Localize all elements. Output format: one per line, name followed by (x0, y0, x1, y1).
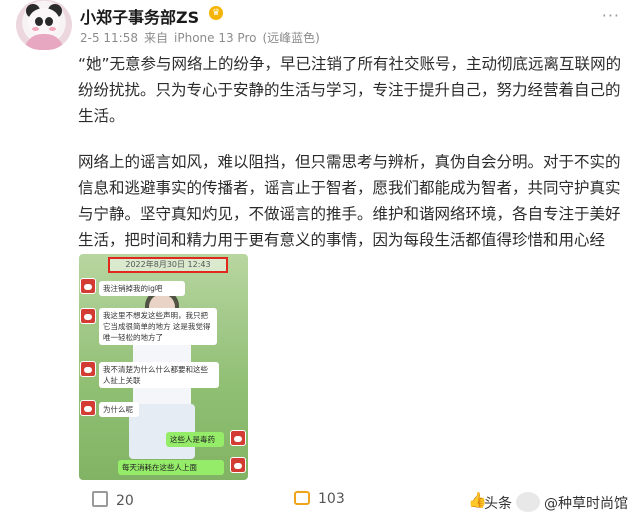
chat-bubble: 我这里不想发这些声明，我只把它当成很简单的地方 这是我觉得唯一轻松的地方了 (99, 308, 217, 345)
chat-avatar (80, 308, 96, 324)
post-paragraph-1: “她”无意参与网络上的纷争，早已注销了所有社交账号，主动彻底远离互联网的纷纷扰扰… (78, 55, 622, 125)
device-color: (远峰蓝色) (262, 31, 320, 45)
chat-avatar (80, 361, 96, 377)
comment-icon (294, 487, 310, 505)
panda-cheek-right (49, 27, 56, 31)
chat-bubble: 这些人是毒药 (166, 432, 224, 447)
post-meta: 2-5 11:58 来自 iPhone 13 Pro (远峰蓝色) (80, 29, 326, 46)
avatar[interactable] (16, 0, 72, 50)
crown-icon: ♛ (209, 6, 223, 20)
share-count: 20 (116, 493, 134, 509)
share-button[interactable]: 20 (92, 491, 134, 509)
post-date: 2-5 11:58 (80, 31, 138, 45)
watermark-account: @种草时尚馆 (544, 496, 628, 512)
panda-eye-right (45, 17, 53, 26)
chat-avatar (80, 278, 96, 294)
watermark-logo-icon (516, 492, 540, 512)
panda-face (28, 8, 60, 36)
chat-date: 2022年8月30日 12:43 (108, 257, 228, 273)
chat-avatar (230, 430, 246, 446)
chat-bubble: 每天消耗在这些人上面 (118, 460, 224, 475)
chat-bubble: 我注销掉我的ig吧 (99, 281, 185, 296)
chat-bubble: 为什么呢 (99, 402, 139, 417)
comment-count: 103 (318, 491, 345, 507)
panda-cheek-left (32, 27, 39, 31)
panda-eye-left (35, 17, 43, 26)
panda-body (24, 34, 64, 50)
device-name[interactable]: iPhone 13 Pro (174, 31, 256, 45)
comment-button[interactable]: 103 (294, 487, 345, 507)
chat-screenshot-image[interactable]: 2022年8月30日 12:43 我注销掉我的ig吧 我这里不想发这些声明，我只… (79, 254, 248, 480)
share-icon (92, 491, 108, 507)
post-header: 小郑子事务部ZS ♛ 2-5 11:58 来自 iPhone 13 Pro (远峰蓝色… (16, 0, 624, 56)
chat-avatar (80, 400, 96, 416)
source-prefix: 来自 (144, 31, 169, 45)
username[interactable]: 小郑子事务部ZS (80, 4, 199, 28)
watermark: 头条 @种草时尚馆 (484, 492, 628, 513)
watermark-platform: 头条 (484, 496, 512, 512)
chat-avatar (230, 457, 246, 473)
chat-bubble: 我不清楚为什么什么都要和这些人扯上关联 (99, 362, 219, 388)
more-icon[interactable]: ··· (602, 6, 620, 25)
